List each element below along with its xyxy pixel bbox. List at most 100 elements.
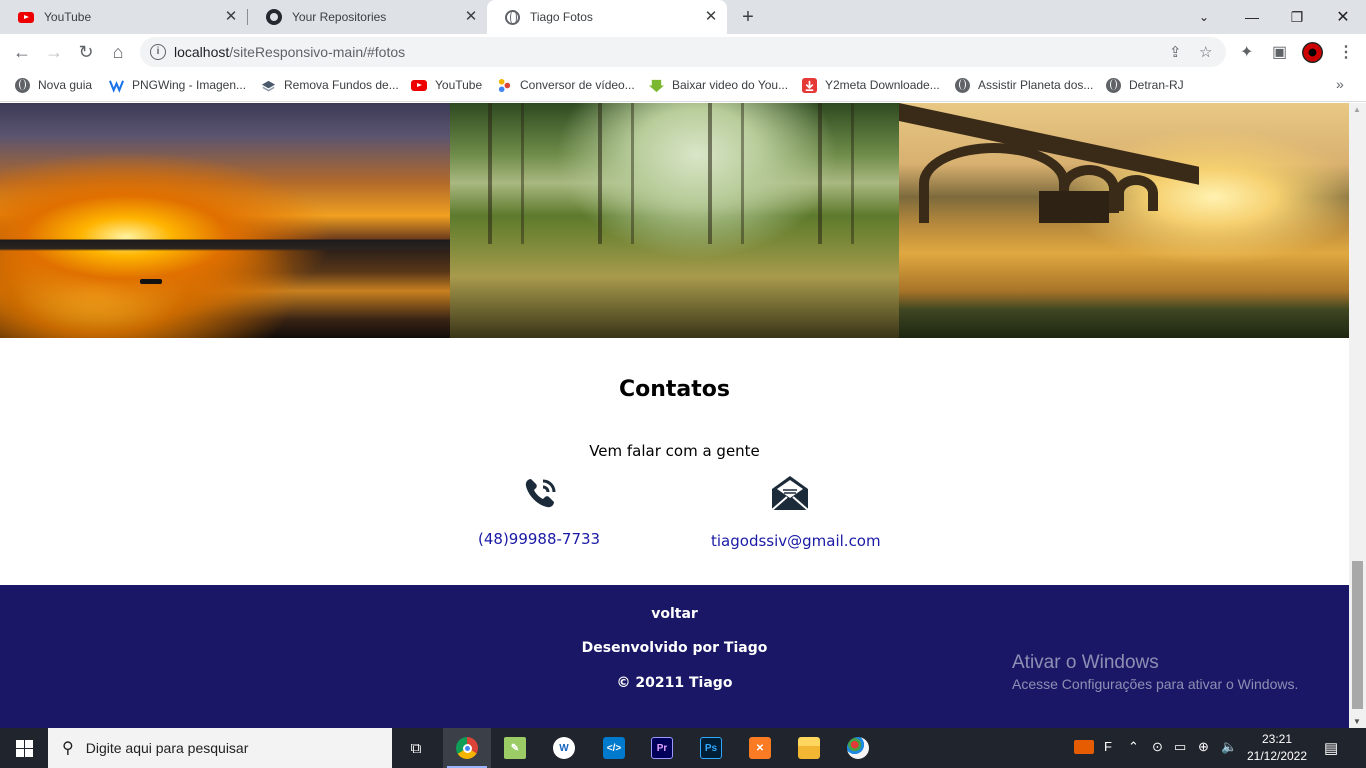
bookmark-label: Remova Fundos de... [284, 78, 399, 92]
photo-bridge [899, 103, 1349, 338]
tray-app-icon[interactable] [1074, 740, 1094, 754]
chrome-icon [456, 737, 478, 759]
taskbar-app-vscode[interactable]: </> [590, 728, 638, 768]
globe-icon [15, 77, 30, 93]
email-link[interactable]: tiagodssiv@gmail.com [711, 532, 881, 550]
wps-icon: W [553, 737, 575, 759]
activate-windows-title: Ativar o Windows [1012, 652, 1159, 673]
bookmark-label: PNGWing - Imagen... [132, 78, 247, 92]
taskbar-app-photoshop[interactable]: Ps [687, 728, 735, 768]
y2meta-icon [802, 77, 817, 93]
bookmark-youtube[interactable]: YouTube [411, 76, 482, 94]
profile-avatar[interactable] [1302, 42, 1323, 63]
clock-date: 21/12/2022 [1246, 749, 1308, 763]
taskbar-app-file-explorer[interactable] [785, 728, 833, 768]
search-icon: ⚲ [62, 740, 74, 757]
premiere-icon: Pr [651, 737, 673, 759]
battery-icon[interactable]: ▭ [1174, 739, 1186, 755]
bookmarks-bar: Nova guia PNGWing - Imagen... Remova Fun… [0, 70, 1366, 102]
back-button[interactable]: ← [8, 38, 36, 66]
contact-subtitle: Vem falar com a gente [589, 442, 760, 460]
bookmark-remova-fundos[interactable]: Remova Fundos de... [261, 76, 399, 94]
task-view-icon: ⧉ [410, 739, 422, 757]
extensions-icon[interactable]: ✦ [1240, 42, 1253, 62]
site-info-icon[interactable]: i [150, 44, 166, 60]
start-button[interactable] [0, 728, 48, 768]
back-link[interactable]: voltar [0, 606, 1349, 622]
browser-tab-strip: YouTube ✕ Your Repositories ✕ Tiago Foto… [0, 0, 1366, 34]
bookmark-assistir-planeta[interactable]: Assistir Planeta dos... [955, 76, 1093, 94]
bookmark-label: Assistir Planeta dos... [978, 78, 1094, 92]
boat-silhouette [140, 279, 162, 284]
bookmark-y2meta[interactable]: Y2meta Downloade... [802, 76, 940, 94]
taskbar-app-xampp[interactable]: ✕ [736, 728, 784, 768]
new-tab-button[interactable]: + [736, 5, 760, 29]
phone-link[interactable]: (48)99988-7733 [478, 530, 600, 548]
page-scrollbar[interactable]: ▲ ▼ [1349, 103, 1366, 728]
input-language-indicator[interactable]: F [1104, 739, 1112, 754]
globe-icon [955, 77, 970, 93]
close-tab-icon[interactable]: ✕ [223, 9, 239, 25]
taskbar-app-wps[interactable]: W [540, 728, 588, 768]
contact-title: Contatos [618, 377, 730, 402]
bookmark-label: YouTube [435, 78, 483, 92]
tab-youtube[interactable]: YouTube ✕ [0, 0, 247, 34]
folder-icon [798, 737, 820, 759]
bridge-pier [1039, 191, 1109, 223]
close-window-button[interactable]: ✕ [1320, 0, 1366, 34]
volume-icon[interactable]: 🔈 [1221, 739, 1237, 755]
bookmark-baixar-video[interactable]: Baixar video do You... [649, 76, 788, 94]
notifications-icon[interactable]: ▤ [1324, 739, 1338, 757]
bookmark-label: Detran-RJ [1129, 78, 1184, 92]
restore-button[interactable]: ❐ [1274, 0, 1320, 34]
tab-label: Tiago Fotos [530, 10, 593, 24]
scrollbar-thumb[interactable] [1352, 561, 1363, 709]
share-icon[interactable]: ⇪ [1169, 43, 1182, 61]
network-icon[interactable]: ⊕ [1198, 739, 1209, 755]
taskbar-app-notepad[interactable]: ✎ [491, 728, 539, 768]
tab-tiago-fotos[interactable]: Tiago Fotos ✕ [487, 0, 727, 34]
vscode-icon: </> [603, 737, 625, 759]
phone-icon [525, 479, 556, 508]
bookmark-pngwing[interactable]: PNGWing - Imagen... [109, 76, 246, 94]
system-clock[interactable]: 23:21 21/12/2022 [1244, 731, 1310, 765]
tab-search-button[interactable]: ⌄ [1181, 0, 1227, 34]
task-view-button[interactable]: ⧉ [392, 728, 440, 768]
bookmark-detran-rj[interactable]: Detran-RJ [1106, 76, 1184, 94]
tab-label: Your Repositories [292, 10, 387, 24]
address-bar[interactable]: i localhost/siteResponsivo-main/#fotos ⇪… [140, 37, 1226, 67]
home-button[interactable]: ⌂ [104, 38, 132, 66]
xampp-icon: ✕ [749, 737, 771, 759]
download-icon [649, 79, 664, 92]
bookmark-label: Nova guia [38, 78, 93, 92]
close-tab-icon[interactable]: ✕ [703, 9, 719, 25]
url-path: /siteResponsivo-main/#fotos [229, 44, 406, 60]
minimize-button[interactable]: — [1229, 0, 1275, 34]
taskbar-app-premiere[interactable]: Pr [638, 728, 686, 768]
url-text: localhost/siteResponsivo-main/#fotos [174, 44, 405, 60]
taskbar-app-paint[interactable] [834, 728, 882, 768]
scroll-up-arrow-icon[interactable]: ▲ [1353, 105, 1361, 114]
show-hidden-icons-icon[interactable]: ⌃ [1128, 739, 1139, 755]
taskbar-search-box[interactable]: ⚲ Digite aqui para pesquisar [48, 728, 392, 768]
bookmark-star-icon[interactable]: ☆ [1199, 43, 1212, 61]
side-panel-icon[interactable]: ▣ [1272, 42, 1287, 62]
bookmark-nova-guia[interactable]: Nova guia [15, 76, 92, 94]
tab-your-repositories[interactable]: Your Repositories ✕ [248, 0, 487, 34]
bridge-arch [1114, 175, 1158, 211]
meet-now-icon[interactable]: ⊙ [1152, 739, 1163, 755]
close-tab-icon[interactable]: ✕ [463, 9, 479, 25]
github-icon [266, 9, 282, 25]
notepad-plus-plus-icon: ✎ [504, 737, 526, 759]
more-bookmarks-icon[interactable]: » [1336, 76, 1344, 92]
windows-taskbar: ⚲ Digite aqui para pesquisar ⧉ ✎ W </> P… [0, 728, 1366, 768]
reload-button[interactable]: ↻ [72, 38, 100, 66]
menu-icon[interactable]: ⋮ [1338, 42, 1354, 62]
forward-button[interactable]: → [40, 38, 68, 66]
scroll-down-arrow-icon[interactable]: ▼ [1353, 717, 1361, 726]
layers-icon [261, 80, 276, 91]
bookmark-conversor[interactable]: Conversor de vídeo... [497, 76, 635, 94]
youtube-icon [411, 79, 427, 91]
taskbar-app-chrome[interactable] [443, 728, 491, 768]
photo-forest [450, 103, 899, 338]
